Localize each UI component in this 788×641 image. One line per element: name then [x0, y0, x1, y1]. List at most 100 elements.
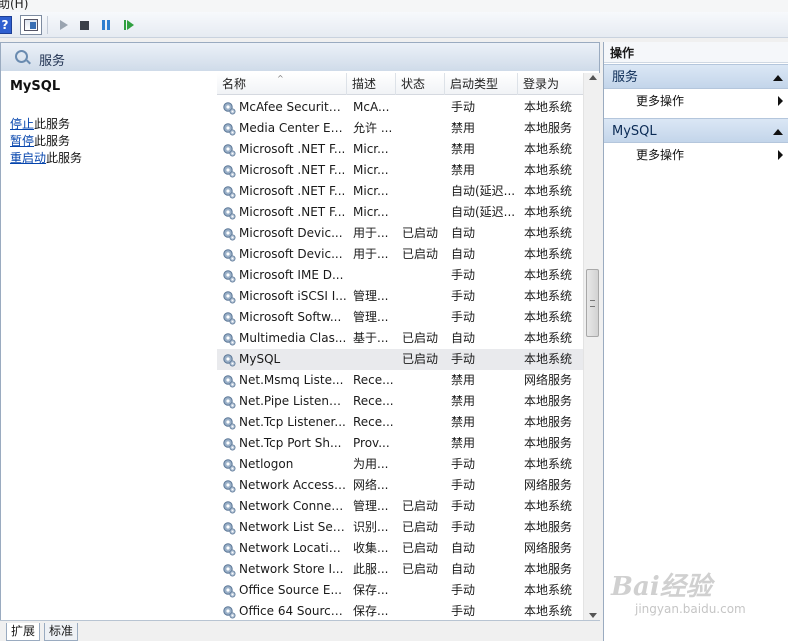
content-header: 服务 [1, 43, 599, 71]
service-startup-cell: 手动 [451, 268, 476, 282]
table-row[interactable]: Media Center Ex... 允许 ... 禁用 本地服务 [217, 118, 583, 139]
table-row[interactable]: Netlogon 为用... 手动 本地系统 [217, 454, 583, 475]
service-name-cell: MySQL [239, 352, 281, 366]
table-row[interactable]: Microsoft .NET F... Micr... 自动(延迟... 本地系统 [217, 202, 583, 223]
service-status-cell: 已启动 [402, 247, 439, 261]
start-service-icon[interactable] [55, 16, 73, 34]
actions-group-mysql[interactable]: MySQL [604, 118, 788, 143]
table-row[interactable]: Network Connec... 管理... 已启动 手动 本地系统 [217, 496, 583, 517]
service-description-cell: 管理... [353, 289, 389, 303]
service-description-cell: 为用... [353, 457, 389, 471]
service-logon-cell: 本地系统 [524, 184, 573, 198]
service-gear-icon [222, 605, 236, 619]
sort-ascending-icon: ^ [277, 74, 284, 83]
table-row[interactable]: Net.Msmq Liste... Rece... 禁用 网络服务 [217, 370, 583, 391]
service-logon-cell: 本地系统 [524, 268, 573, 282]
scroll-thumb[interactable] [586, 269, 599, 337]
column-description[interactable]: 描述 [347, 73, 396, 95]
table-row[interactable]: Microsoft .NET F... Micr... 自动(延迟... 本地系统 [217, 181, 583, 202]
service-startup-cell: 手动 [451, 457, 476, 471]
scroll-down-arrow-icon[interactable] [589, 613, 597, 618]
stop-service-icon[interactable] [75, 16, 93, 34]
column-logon-as[interactable]: 登录为 [518, 73, 583, 95]
submenu-arrow-icon [778, 96, 783, 106]
column-status[interactable]: 状态 [396, 73, 445, 95]
service-startup-cell: 禁用 [451, 394, 476, 408]
service-logon-cell: 网络服务 [524, 373, 573, 387]
service-gear-icon [222, 206, 236, 220]
stop-service-action: 停止此服务 [10, 117, 71, 131]
restart-link[interactable]: 重启动 [10, 151, 46, 165]
table-row[interactable]: Net.Tcp Port Sh... Prov... 禁用 本地服务 [217, 433, 583, 454]
help-icon[interactable]: ? [0, 16, 12, 34]
table-row[interactable]: Microsoft IME D... 手动 本地系统 [217, 265, 583, 286]
collapse-up-icon[interactable] [773, 75, 783, 81]
table-row[interactable]: Microsoft Devic... 用于... 已启动 自动 本地系统 [217, 223, 583, 244]
service-startup-cell: 禁用 [451, 142, 476, 156]
restart-service-action: 重启动此服务 [10, 151, 83, 165]
service-status-cell [402, 412, 445, 433]
pause-link[interactable]: 暂停 [10, 134, 34, 148]
table-row[interactable]: Multimedia Clas... 基于... 已启动 自动 本地系统 [217, 328, 583, 349]
menubar: 助(H) [0, 0, 788, 12]
service-name-cell: Network Connec... [239, 499, 347, 513]
service-description-cell: 保存... [353, 583, 389, 597]
service-status-cell [402, 601, 445, 622]
table-row[interactable]: Net.Pipe Listene... Rece... 禁用 本地服务 [217, 391, 583, 412]
table-row[interactable]: Office Source E... 保存... 手动 本地系统 [217, 580, 583, 601]
table-row[interactable]: Network Locatio... 收集... 已启动 自动 网络服务 [217, 538, 583, 559]
table-row[interactable]: McAfee Security ... McA... 手动 本地系统 [217, 97, 583, 118]
service-gear-icon [222, 332, 236, 346]
service-description-cell: Rece... [353, 394, 394, 408]
service-startup-cell: 禁用 [451, 373, 476, 387]
table-row[interactable]: Office 64 Source... 保存... 手动 本地系统 [217, 601, 583, 622]
service-gear-icon [222, 227, 236, 241]
service-name-cell: Media Center Ex... [239, 121, 347, 135]
column-startup-type[interactable]: 启动类型 [445, 73, 518, 95]
service-description-cell [353, 265, 396, 286]
service-gear-icon [222, 185, 236, 199]
table-row[interactable]: Net.Tcp Listener... Rece... 禁用 本地服务 [217, 412, 583, 433]
table-row[interactable]: Microsoft Devic... 用于... 已启动 自动 本地系统 [217, 244, 583, 265]
table-row[interactable]: MySQL 已启动 手动 本地系统 [217, 349, 583, 370]
scroll-up-arrow-icon[interactable] [589, 75, 597, 80]
service-description-cell: Micr... [353, 184, 389, 198]
service-name-cell: Office 64 Source... [239, 604, 347, 618]
more-actions-services[interactable]: 更多操作 [604, 90, 788, 112]
service-description-cell: 收集... [353, 541, 389, 555]
service-startup-cell: 手动 [451, 520, 476, 534]
table-row[interactable]: Network Access ... 网络... 手动 网络服务 [217, 475, 583, 496]
tab-extended[interactable]: 扩展 [6, 623, 41, 641]
collapse-up-icon[interactable] [773, 129, 783, 135]
service-name-cell: Microsoft .NET F... [239, 184, 346, 198]
service-gear-icon [222, 500, 236, 514]
table-row[interactable]: Network List Ser... 识别... 已启动 手动 本地服务 [217, 517, 583, 538]
service-logon-cell: 本地系统 [524, 205, 573, 219]
table-row[interactable]: Microsoft .NET F... Micr... 禁用 本地系统 [217, 139, 583, 160]
stop-link[interactable]: 停止 [10, 117, 34, 131]
service-gear-icon [222, 563, 236, 577]
help-menu[interactable]: 助(H) [0, 0, 28, 12]
service-logon-cell: 网络服务 [524, 478, 573, 492]
console-view-icon[interactable] [20, 15, 42, 35]
service-name-cell: Network Access ... [239, 478, 347, 492]
view-tabs: 扩展 标准 [0, 620, 600, 641]
table-row[interactable]: Microsoft .NET F... Micr... 禁用 本地系统 [217, 160, 583, 181]
table-row[interactable]: Network Store I... 此服... 已启动 自动 本地服务 [217, 559, 583, 580]
restart-service-icon[interactable] [120, 16, 138, 34]
actions-group-services[interactable]: 服务 [604, 64, 788, 89]
service-name-cell: Microsoft IME D... [239, 268, 344, 282]
service-status-cell: 已启动 [402, 541, 439, 555]
more-actions-mysql[interactable]: 更多操作 [604, 144, 788, 166]
service-name-cell: Microsoft iSCSI I... [239, 289, 347, 303]
pause-service-icon[interactable] [97, 16, 115, 34]
service-name-cell: Net.Msmq Liste... [239, 373, 344, 387]
service-name-cell: Net.Tcp Port Sh... [239, 436, 342, 450]
tab-standard[interactable]: 标准 [44, 623, 79, 641]
table-row[interactable]: Microsoft iSCSI I... 管理... 手动 本地系统 [217, 286, 583, 307]
service-startup-cell: 禁用 [451, 163, 476, 177]
table-row[interactable]: Microsoft Softw... 管理... 手动 本地系统 [217, 307, 583, 328]
services-list: 名称 ^ 描述 状态 启动类型 登录为 McAfee Security ... M… [217, 73, 583, 621]
vertical-scrollbar[interactable] [583, 73, 600, 621]
service-gear-icon [222, 164, 236, 178]
